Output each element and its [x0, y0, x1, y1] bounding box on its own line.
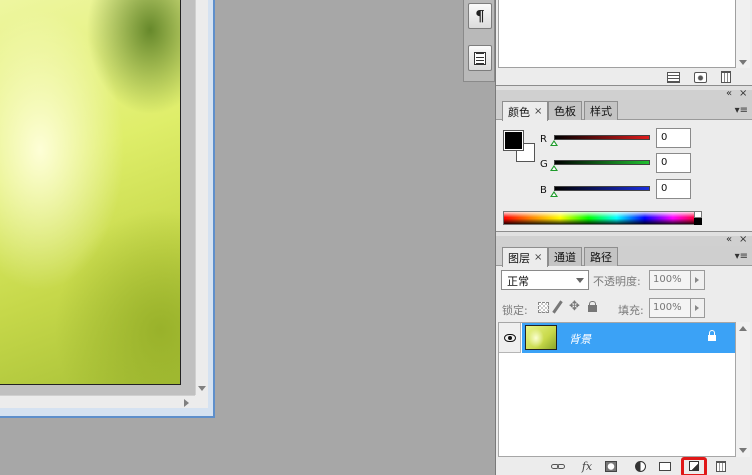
scroll-right-arrow-icon[interactable] — [184, 399, 189, 407]
close-icon[interactable]: × — [739, 88, 747, 100]
lock-icon — [708, 330, 716, 342]
tab-label: 样式 — [590, 105, 612, 118]
layer-style-fx-icon[interactable]: fx — [578, 459, 596, 473]
fill-slider-arrow-icon[interactable] — [691, 298, 705, 318]
blend-mode-select[interactable]: 正常 — [501, 270, 589, 290]
scrollbar-corner — [195, 395, 208, 408]
lock-transparent-pixels-icon[interactable] — [538, 302, 549, 313]
new-group-folder-icon[interactable] — [658, 459, 672, 473]
tab-label: 路径 — [590, 251, 612, 264]
adjustment-layer-icon[interactable] — [632, 459, 648, 473]
white-swatch[interactable] — [694, 211, 702, 218]
notes-panel-button[interactable] — [468, 45, 492, 71]
new-document-from-state-icon[interactable] — [667, 71, 680, 83]
layer-name[interactable]: 背景 — [569, 331, 591, 347]
tab-close-icon[interactable]: × — [534, 106, 542, 117]
eye-icon — [503, 333, 516, 342]
red-channel-label: R — [540, 134, 547, 145]
tab-label: 颜色 — [508, 105, 530, 119]
layers-panel-tabs: 图层 × 通道 路径 ▾≡ — [496, 246, 752, 267]
blue-channel-label: B — [540, 185, 547, 196]
green-channel-slider[interactable] — [554, 160, 650, 165]
close-icon[interactable]: × — [739, 234, 747, 246]
black-swatch[interactable] — [694, 218, 702, 225]
notes-icon — [474, 51, 486, 65]
history-list[interactable] — [498, 0, 736, 68]
link-layers-icon[interactable] — [548, 459, 568, 473]
color-panel: « × 颜色 × 色板 样式 ▾≡ R 0 G 0 B 0 — [496, 88, 752, 232]
foreground-color-swatch[interactable] — [503, 130, 524, 151]
document-window — [0, 0, 215, 418]
chevron-down-icon — [576, 278, 584, 283]
scroll-down-arrow-icon[interactable] — [739, 60, 747, 65]
trash-icon[interactable] — [721, 71, 731, 83]
scroll-up-arrow-icon[interactable] — [739, 326, 747, 331]
layer-thumbnail[interactable] — [525, 325, 557, 350]
history-footer — [496, 68, 752, 86]
opacity-input[interactable]: 100% — [649, 270, 691, 290]
color-panel-titlebar[interactable]: « × — [496, 88, 752, 100]
tab-label: 图层 — [508, 251, 530, 265]
panel-menu-icon[interactable]: ▾≡ — [735, 105, 748, 116]
document-vertical-scrollbar[interactable] — [195, 0, 208, 395]
blue-channel-slider[interactable] — [554, 186, 650, 191]
tab-label: 色板 — [554, 105, 576, 118]
tab-label: 通道 — [554, 251, 576, 264]
paragraph-panel-button[interactable]: ¶ — [468, 3, 492, 29]
collapse-icon[interactable]: « — [726, 234, 732, 246]
layers-panel: « × 图层 × 通道 路径 ▾≡ 正常 不透明度: 100% 锁定: ✥ 填充… — [496, 234, 752, 475]
collapsed-panel-dock: ¶ — [463, 0, 495, 82]
fill-label: 填充: — [618, 304, 644, 317]
blend-mode-value: 正常 — [507, 275, 529, 288]
tab-paths[interactable]: 路径 — [584, 247, 618, 266]
layer-row[interactable]: 背景 — [499, 323, 735, 353]
green-slider-thumb[interactable] — [550, 165, 558, 171]
red-slider-thumb[interactable] — [550, 140, 558, 146]
red-value-input[interactable]: 0 — [656, 128, 691, 148]
collapse-icon[interactable]: « — [726, 88, 732, 100]
tab-close-icon[interactable]: × — [534, 252, 542, 263]
color-panel-tabs: 颜色 × 色板 样式 ▾≡ — [496, 100, 752, 121]
layer-visibility-toggle[interactable] — [499, 323, 521, 353]
panel-column: « × 颜色 × 色板 样式 ▾≡ R 0 G 0 B 0 « × 图层 × 通… — [495, 0, 752, 475]
scroll-down-arrow-icon[interactable] — [198, 386, 206, 391]
history-scrollbar[interactable] — [736, 0, 750, 68]
canvas-area[interactable] — [0, 0, 195, 395]
opacity-label: 不透明度: — [593, 275, 641, 288]
layer-item-background[interactable]: 背景 — [522, 323, 735, 353]
color-spectrum-ramp[interactable] — [503, 211, 702, 225]
tab-layers[interactable]: 图层 × — [502, 247, 549, 267]
lock-all-icon[interactable] — [588, 301, 597, 312]
document-image[interactable] — [0, 0, 181, 385]
lock-image-pixels-icon[interactable] — [552, 300, 563, 314]
tab-swatches[interactable]: 色板 — [548, 101, 582, 120]
paragraph-icon: ¶ — [475, 7, 485, 25]
scroll-down-arrow-icon[interactable] — [739, 448, 747, 453]
layers-list[interactable]: 背景 — [498, 322, 736, 457]
green-value-input[interactable]: 0 — [656, 153, 691, 173]
document-horizontal-scrollbar[interactable] — [0, 395, 195, 408]
tab-channels[interactable]: 通道 — [548, 247, 582, 266]
tab-color[interactable]: 颜色 × — [502, 101, 549, 121]
fill-input[interactable]: 100% — [649, 298, 691, 318]
panel-menu-icon[interactable]: ▾≡ — [735, 251, 748, 262]
green-channel-label: G — [540, 159, 548, 170]
opacity-slider-arrow-icon[interactable] — [691, 270, 705, 290]
new-layer-highlight-box — [681, 457, 707, 475]
lock-label: 锁定: — [502, 304, 528, 317]
blue-value-input[interactable]: 0 — [656, 179, 691, 199]
layers-panel-titlebar[interactable]: « × — [496, 234, 752, 246]
red-channel-slider[interactable] — [554, 135, 650, 140]
layers-list-scrollbar[interactable] — [736, 322, 750, 457]
tab-styles[interactable]: 样式 — [584, 101, 618, 120]
add-mask-icon[interactable] — [604, 459, 618, 473]
blue-slider-thumb[interactable] — [550, 191, 558, 197]
snapshot-camera-icon[interactable] — [694, 71, 707, 83]
delete-layer-trash-icon[interactable] — [714, 459, 728, 473]
layers-footer: fx — [496, 457, 752, 475]
history-panel — [496, 0, 752, 86]
lock-position-icon[interactable]: ✥ — [569, 299, 580, 314]
